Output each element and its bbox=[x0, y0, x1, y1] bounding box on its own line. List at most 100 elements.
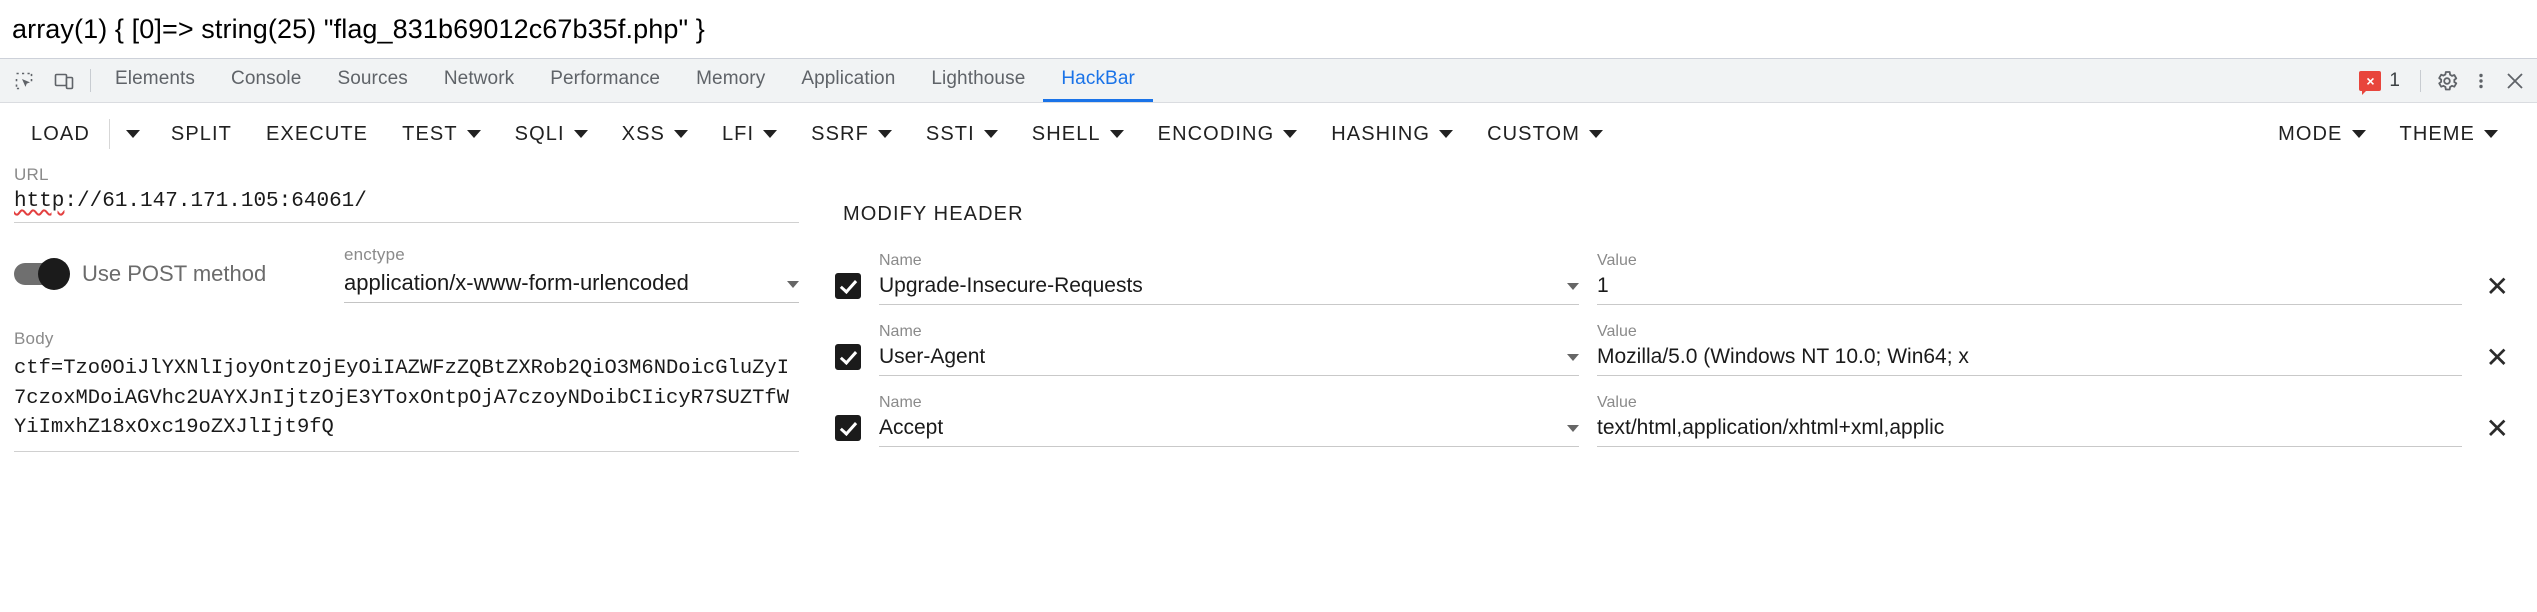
chevron-down-icon bbox=[2484, 130, 2498, 138]
header-name-select[interactable]: User-Agent bbox=[879, 345, 1579, 376]
header-enabled-checkbox[interactable] bbox=[835, 415, 861, 441]
tab-memory[interactable]: Memory bbox=[678, 59, 783, 102]
tab-sources[interactable]: Sources bbox=[319, 59, 425, 102]
execute-button[interactable]: EXECUTE bbox=[249, 113, 385, 156]
tab-lighthouse[interactable]: Lighthouse bbox=[913, 59, 1043, 102]
table-row: Name Accept Value text/html,application/… bbox=[821, 394, 2515, 447]
load-button[interactable]: LOAD bbox=[14, 113, 107, 156]
enctype-select[interactable]: application/x-www-form-urlencoded bbox=[344, 270, 799, 303]
theme-label: THEME bbox=[2399, 122, 2475, 145]
ssti-menu-button[interactable]: SSTI bbox=[909, 113, 1015, 156]
url-field-group: URL http://61.147.171.105:64061/ bbox=[14, 165, 799, 223]
lfi-menu-button[interactable]: LFI bbox=[705, 113, 794, 156]
tab-hackbar[interactable]: HackBar bbox=[1043, 59, 1153, 102]
split-button[interactable]: SPLIT bbox=[154, 113, 249, 156]
header-enabled-checkbox[interactable] bbox=[835, 344, 861, 370]
tab-network[interactable]: Network bbox=[426, 59, 532, 102]
chevron-down-icon bbox=[1109, 130, 1124, 138]
use-post-toggle[interactable] bbox=[14, 258, 70, 290]
header-name-select[interactable]: Accept bbox=[879, 416, 1579, 447]
header-value-group: Value 1 bbox=[1597, 252, 2462, 305]
chevron-down-icon bbox=[1439, 130, 1454, 138]
tab-performance[interactable]: Performance bbox=[532, 59, 678, 102]
chevron-down-icon bbox=[2351, 130, 2366, 138]
hackbar-content: URL http://61.147.171.105:64061/ Use POS… bbox=[0, 165, 2537, 612]
header-value-text: text/html,application/xhtml+xml,applic bbox=[1597, 416, 1945, 439]
header-enabled-checkbox[interactable] bbox=[835, 273, 861, 299]
devtools-tab-list: Elements Console Sources Network Perform… bbox=[97, 59, 2355, 102]
devtools-right-rail: × 1 bbox=[2355, 59, 2537, 102]
use-post-toggle-group[interactable]: Use POST method bbox=[14, 258, 344, 290]
header-name-group: Name User-Agent bbox=[879, 323, 1579, 376]
sqli-menu-button[interactable]: SQLI bbox=[498, 113, 605, 156]
headers-column: MODIFY HEADER Name Upgrade-Insecure-Requ… bbox=[821, 165, 2515, 612]
shell-menu-button[interactable]: SHELL bbox=[1015, 113, 1141, 156]
header-value-input[interactable]: Mozilla/5.0 (Windows NT 10.0; Win64; x bbox=[1597, 345, 2462, 376]
header-name-group: Name Upgrade-Insecure-Requests bbox=[879, 252, 1579, 305]
header-value-label: Value bbox=[1597, 252, 1637, 269]
device-toolbar-icon[interactable] bbox=[48, 65, 80, 97]
tab-application[interactable]: Application bbox=[783, 59, 913, 102]
inspect-element-icon[interactable] bbox=[8, 65, 40, 97]
tab-console[interactable]: Console bbox=[213, 59, 319, 102]
header-name-label: Name bbox=[879, 252, 922, 269]
header-value-label: Value bbox=[1597, 323, 1637, 340]
xss-menu-button[interactable]: XSS bbox=[605, 113, 705, 156]
header-value-text: 1 bbox=[1597, 274, 1609, 297]
remove-header-icon[interactable]: ✕ bbox=[2480, 344, 2515, 372]
url-input[interactable]: http://61.147.171.105:64061/ bbox=[14, 190, 799, 223]
custom-label: CUSTOM bbox=[1487, 122, 1580, 145]
enctype-label: enctype bbox=[344, 245, 405, 264]
php-var-dump-output: array(1) { [0]=> string(25) "flag_831b69… bbox=[12, 14, 705, 44]
close-icon[interactable] bbox=[2499, 65, 2531, 97]
url-label: URL bbox=[14, 165, 49, 184]
header-name-group: Name Accept bbox=[879, 394, 1579, 447]
header-name-label: Name bbox=[879, 394, 922, 411]
custom-menu-button[interactable]: CUSTOM bbox=[1470, 113, 1620, 156]
ssrf-menu-button[interactable]: SSRF bbox=[794, 113, 909, 156]
rail-divider bbox=[2420, 69, 2421, 92]
header-value-input[interactable]: text/html,application/xhtml+xml,applic bbox=[1597, 416, 2462, 447]
ssrf-label: SSRF bbox=[811, 122, 869, 145]
remove-header-icon[interactable]: ✕ bbox=[2480, 415, 2515, 443]
gear-icon[interactable] bbox=[2431, 65, 2463, 97]
mode-label: MODE bbox=[2278, 122, 2343, 145]
load-split-divider bbox=[108, 119, 110, 149]
enctype-field-group: enctype application/x-www-form-urlencode… bbox=[344, 245, 799, 303]
xss-label: XSS bbox=[621, 122, 665, 145]
toggle-knob bbox=[38, 258, 70, 290]
header-value-input[interactable]: 1 bbox=[1597, 274, 2462, 305]
test-menu-button[interactable]: TEST bbox=[385, 113, 498, 156]
encoding-menu-button[interactable]: ENCODING bbox=[1141, 113, 1315, 156]
table-row: Name Upgrade-Insecure-Requests Value 1 ✕ bbox=[821, 252, 2515, 305]
body-label: Body bbox=[14, 329, 54, 348]
mode-menu-button[interactable]: MODE bbox=[2261, 113, 2382, 156]
remove-header-icon[interactable]: ✕ bbox=[2480, 273, 2515, 301]
chevron-down-icon bbox=[466, 130, 481, 138]
chevron-down-icon bbox=[787, 281, 799, 288]
header-value-group: Value Mozilla/5.0 (Windows NT 10.0; Win6… bbox=[1597, 323, 2462, 376]
more-options-icon[interactable] bbox=[2465, 65, 2497, 97]
modify-header-button[interactable]: MODIFY HEADER bbox=[821, 189, 1046, 240]
body-field-group: Body ctf=Tzo0OiJlYXNlIjoyOntzOjEyOiIAZWF… bbox=[14, 329, 799, 453]
request-editor-column: URL http://61.147.171.105:64061/ Use POS… bbox=[14, 165, 799, 612]
devtools-tool-icons bbox=[0, 59, 86, 102]
load-menu-button[interactable] bbox=[112, 120, 154, 148]
header-name-select[interactable]: Upgrade-Insecure-Requests bbox=[879, 274, 1579, 305]
header-name-label: Name bbox=[879, 323, 922, 340]
tab-elements[interactable]: Elements bbox=[97, 59, 213, 102]
ssti-label: SSTI bbox=[925, 122, 975, 145]
header-name-value: User-Agent bbox=[879, 345, 986, 368]
chevron-down-icon bbox=[983, 130, 998, 138]
chevron-down-icon bbox=[125, 130, 140, 138]
devtools-tabbar: Elements Console Sources Network Perform… bbox=[0, 59, 2537, 103]
url-rest-text: ://61.147.171.105:64061/ bbox=[64, 190, 367, 213]
chevron-down-icon bbox=[1567, 354, 1579, 361]
hashing-menu-button[interactable]: HASHING bbox=[1314, 113, 1470, 156]
table-row: Name User-Agent Value Mozilla/5.0 (Windo… bbox=[821, 323, 2515, 376]
theme-menu-button[interactable]: THEME bbox=[2383, 113, 2516, 156]
error-count-badge[interactable]: × 1 bbox=[2355, 70, 2410, 95]
body-input[interactable]: ctf=Tzo0OiJlYXNlIjoyOntzOjEyOiIAZWFzZQBt… bbox=[14, 354, 799, 453]
lfi-label: LFI bbox=[721, 122, 755, 145]
test-label: TEST bbox=[402, 122, 458, 145]
